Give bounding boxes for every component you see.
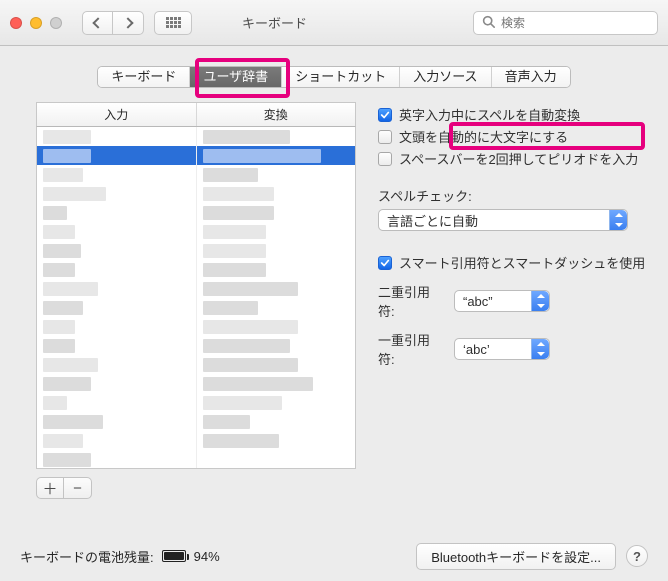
dictionary-table: 入力 変換 ＋ −	[36, 102, 356, 499]
battery-status: キーボードの電池残量: 94%	[20, 547, 220, 566]
select-value: ‘abc’	[463, 342, 490, 357]
grid-icon	[166, 17, 181, 28]
tab-user-dictionary[interactable]: ユーザ辞書	[190, 67, 282, 87]
single-quote-select[interactable]: ‘abc’	[454, 338, 550, 360]
double-quote-select[interactable]: “abc”	[454, 290, 550, 312]
tab-bar: キーボード ユーザ辞書 ショートカット 入力ソース 音声入力	[0, 66, 668, 88]
tab-shortcuts[interactable]: ショートカット	[282, 67, 400, 87]
search-input[interactable]	[501, 16, 649, 30]
option-label: 英字入力中にスペルを自動変換	[399, 105, 580, 124]
table-row[interactable]	[37, 127, 355, 146]
stepper-icon	[531, 339, 549, 359]
checkbox-icon	[378, 256, 392, 270]
option-label: 文頭を自動的に大文字にする	[399, 127, 568, 146]
chevron-right-icon	[122, 17, 133, 28]
checkbox-icon	[378, 152, 392, 166]
single-quote-label: 一重引用符:	[378, 330, 444, 368]
show-all-button[interactable]	[154, 11, 192, 35]
column-input[interactable]: 入力	[37, 103, 197, 126]
table-row[interactable]	[37, 279, 355, 298]
search-field[interactable]	[473, 11, 658, 35]
window-title: キーボード	[242, 13, 307, 32]
select-value: “abc”	[463, 294, 493, 309]
option-smart-quotes[interactable]: スマート引用符とスマートダッシュを使用	[378, 253, 648, 272]
help-button[interactable]: ?	[626, 545, 648, 567]
table-row[interactable]	[37, 336, 355, 355]
table-row[interactable]	[37, 355, 355, 374]
table-row[interactable]	[37, 222, 355, 241]
add-button[interactable]: ＋	[36, 477, 64, 499]
search-icon	[482, 15, 495, 31]
table-row[interactable]	[37, 241, 355, 260]
table-row[interactable]	[37, 260, 355, 279]
table-row[interactable]	[37, 412, 355, 431]
table-row[interactable]	[37, 165, 355, 184]
spellcheck-label: スペルチェック:	[378, 186, 648, 205]
chevron-left-icon	[92, 17, 103, 28]
checkbox-icon	[378, 130, 392, 144]
add-remove-bar: ＋ −	[36, 477, 356, 499]
table-row[interactable]	[37, 374, 355, 393]
column-convert[interactable]: 変換	[197, 103, 356, 126]
table-row[interactable]	[37, 317, 355, 336]
tab-dictation[interactable]: 音声入力	[492, 67, 570, 87]
nav-forward-button[interactable]	[113, 12, 143, 34]
options-panel: 英字入力中にスペルを自動変換 文頭を自動的に大文字にする スペースバーを2回押し…	[378, 102, 648, 499]
table-row[interactable]	[37, 203, 355, 222]
tab-input-sources[interactable]: 入力ソース	[400, 67, 491, 87]
window-controls	[10, 17, 62, 29]
tab-keyboard[interactable]: キーボード	[98, 67, 190, 87]
table-row[interactable]	[37, 450, 355, 469]
zoom-button[interactable]	[50, 17, 62, 29]
table-row[interactable]	[37, 393, 355, 412]
table-row-selected[interactable]	[37, 146, 355, 165]
double-quote-label: 二重引用符:	[378, 282, 444, 320]
remove-button[interactable]: −	[64, 477, 92, 499]
table-header: 入力 変換	[36, 102, 356, 127]
option-label: スマート引用符とスマートダッシュを使用	[399, 253, 645, 272]
battery-icon	[162, 550, 186, 562]
checkbox-icon	[378, 108, 392, 122]
minimize-button[interactable]	[30, 17, 42, 29]
table-row[interactable]	[37, 298, 355, 317]
nav-back-forward	[82, 11, 144, 35]
option-double-space-period[interactable]: スペースバーを2回押してピリオドを入力	[378, 149, 648, 168]
battery-percent: 94%	[194, 549, 220, 564]
option-capitalize-sentence[interactable]: 文頭を自動的に大文字にする	[378, 127, 648, 146]
stepper-icon	[531, 291, 549, 311]
table-row[interactable]	[37, 184, 355, 203]
battery-label: キーボードの電池残量:	[20, 547, 154, 566]
select-value: 言語ごとに自動	[387, 211, 478, 230]
table-body[interactable]	[36, 127, 356, 469]
table-row[interactable]	[37, 431, 355, 450]
single-quote-row: 一重引用符: ‘abc’	[378, 330, 648, 368]
double-quote-row: 二重引用符: “abc”	[378, 282, 648, 320]
spellcheck-select[interactable]: 言語ごとに自動	[378, 209, 628, 231]
nav-back-button[interactable]	[83, 12, 113, 34]
footer: キーボードの電池残量: 94% Bluetoothキーボードを設定... ?	[0, 531, 668, 581]
close-button[interactable]	[10, 17, 22, 29]
option-auto-convert-spelling[interactable]: 英字入力中にスペルを自動変換	[378, 105, 648, 124]
bluetooth-setup-button[interactable]: Bluetoothキーボードを設定...	[416, 543, 616, 570]
titlebar: キーボード	[0, 0, 668, 46]
content-area: 入力 変換 ＋ −	[0, 94, 668, 499]
stepper-icon	[609, 210, 627, 230]
option-label: スペースバーを2回押してピリオドを入力	[399, 149, 638, 168]
